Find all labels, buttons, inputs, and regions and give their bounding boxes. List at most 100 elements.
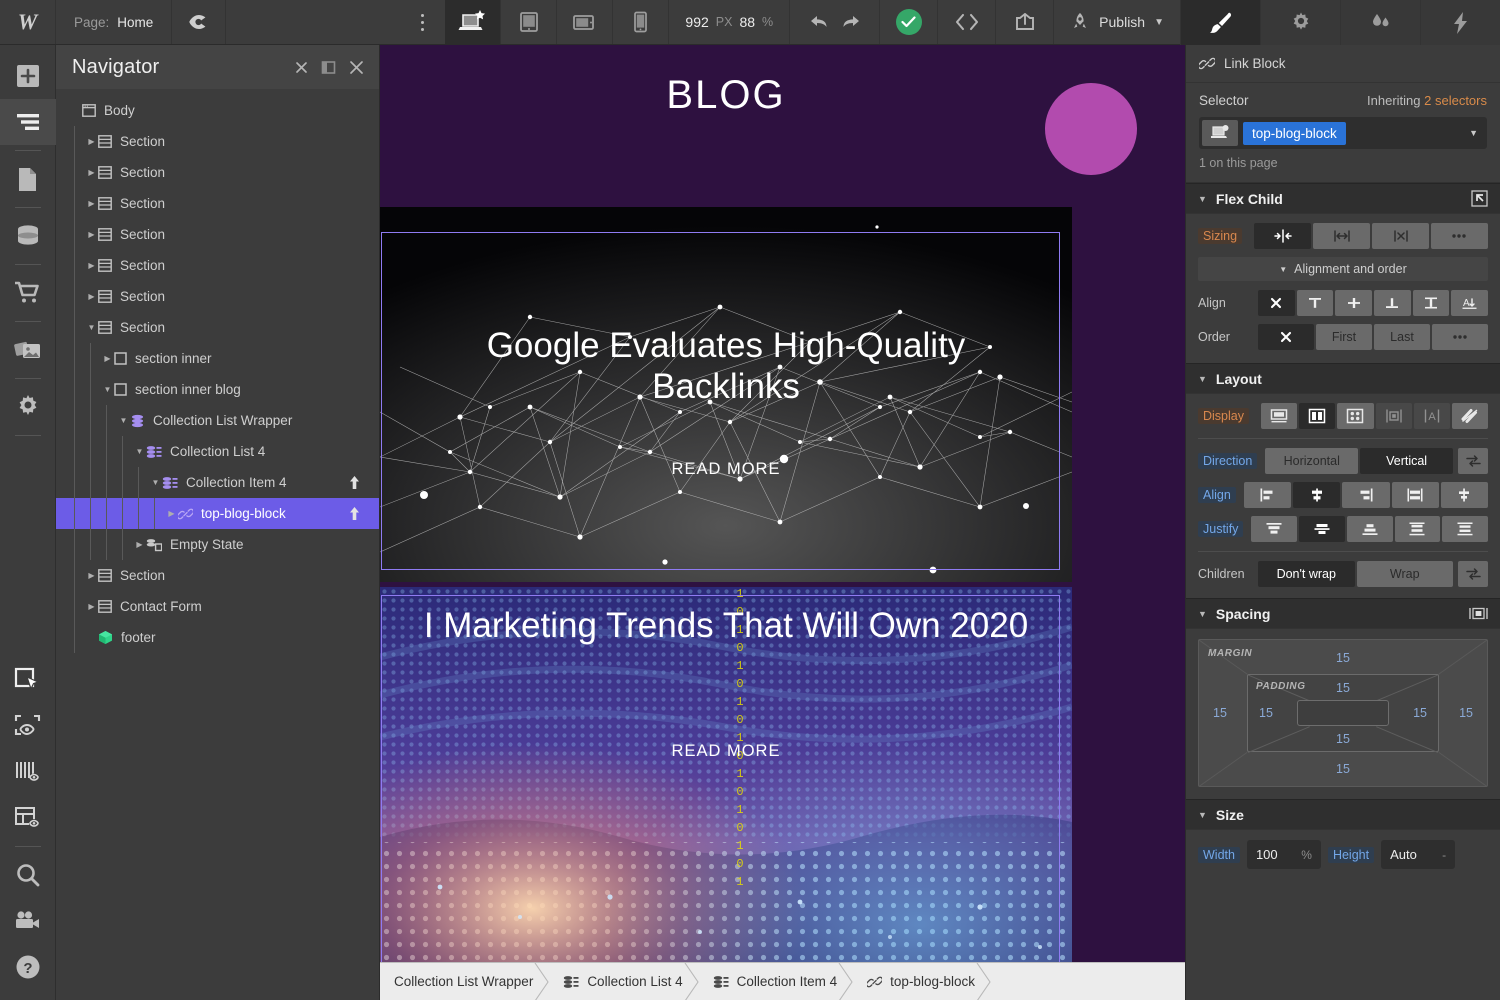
publish-button[interactable]: Publish ▼ (1054, 0, 1180, 44)
direction-label[interactable]: Direction (1198, 453, 1258, 469)
flex-child-section-header[interactable]: ▼ Flex Child (1186, 183, 1500, 214)
video-tutorials-button[interactable] (0, 898, 56, 944)
effects-panel-tab[interactable] (1420, 0, 1500, 45)
code-view-button[interactable] (938, 0, 997, 44)
order-last[interactable]: Last (1374, 324, 1430, 350)
children-wrap[interactable]: Wrap (1356, 561, 1453, 587)
children-nowrap[interactable]: Don't wrap (1258, 561, 1355, 587)
settings-button[interactable] (0, 384, 56, 430)
align-center[interactable] (1335, 290, 1373, 316)
save-status-button[interactable] (880, 0, 939, 44)
breadcrumb-item[interactable]: Collection List 4 (549, 963, 699, 1000)
margin-right-value[interactable]: 15 (1459, 706, 1473, 720)
blog-card-1-cta[interactable]: READ MORE (380, 460, 1072, 479)
margin-top-value[interactable]: 15 (1336, 651, 1350, 665)
navigator-row-body[interactable]: Body (56, 95, 379, 126)
breakpoint-desktop-button[interactable] (445, 0, 502, 44)
navigator-row-collection-list-wrapper[interactable]: ▼ Collection List Wrapper (56, 405, 379, 436)
flex-align-start[interactable] (1243, 482, 1292, 508)
navigator-row-top-blog-block[interactable]: ▶ top-blog-block (56, 498, 379, 529)
padding-top-value[interactable]: 15 (1336, 681, 1350, 695)
justify-start[interactable] (1251, 516, 1298, 542)
alignment-and-order-toggle[interactable]: ▼ Alignment and order (1198, 257, 1488, 281)
breakpoint-mobile-button[interactable] (613, 0, 670, 44)
justify-around[interactable] (1442, 516, 1489, 542)
order-more[interactable] (1432, 324, 1488, 350)
navigator-row-section[interactable]: ▶ Section (56, 560, 379, 591)
pin-icon[interactable] (348, 475, 361, 490)
align-auto[interactable] (1258, 290, 1295, 316)
selector-chip[interactable]: top-blog-block (1243, 121, 1346, 145)
order-auto[interactable] (1258, 324, 1314, 350)
redo-icon[interactable] (840, 13, 862, 31)
align-baseline[interactable]: A (1451, 290, 1489, 316)
flex-align-baseline[interactable] (1440, 482, 1488, 508)
sizing-more[interactable] (1431, 223, 1488, 249)
navigator-button[interactable] (0, 99, 56, 145)
padding-box[interactable]: PADDING 15 15 15 15 (1247, 674, 1439, 753)
navigator-row-section[interactable]: ▶ Section (56, 157, 379, 188)
margin-left-value[interactable]: 15 (1213, 706, 1227, 720)
dock-panel-icon[interactable] (321, 60, 336, 75)
show-grid-button[interactable] (0, 795, 56, 841)
breakpoint-mobile-landscape-button[interactable] (557, 0, 614, 44)
undo-icon[interactable] (808, 13, 830, 31)
navigator-row-section[interactable]: ▶ Section (56, 126, 379, 157)
search-button[interactable] (0, 852, 56, 898)
display-block[interactable] (1261, 403, 1298, 429)
margin-bottom-value[interactable]: 15 (1336, 762, 1350, 776)
navigator-row-empty-state[interactable]: ▶ Empty State (56, 529, 379, 560)
justify-label[interactable]: Justify (1198, 521, 1244, 537)
display-flex[interactable] (1299, 403, 1336, 429)
breakpoint-tablet-button[interactable] (501, 0, 558, 44)
navigator-row-footer[interactable]: footer (56, 622, 379, 653)
viewport-size-control[interactable]: 992 PX 88 % (669, 0, 791, 44)
pages-button[interactable] (0, 156, 56, 202)
navigator-row-section-inner-blog[interactable]: ▼ section inner blog (56, 374, 379, 405)
spacing-mode-icon[interactable] (1469, 606, 1488, 621)
select-tool-button[interactable] (0, 657, 56, 703)
more-options-button[interactable] (399, 0, 445, 44)
assets-button[interactable] (0, 327, 56, 373)
display-none[interactable] (1451, 403, 1489, 429)
align-start[interactable] (1296, 290, 1334, 316)
breadcrumb-item[interactable]: top-blog-block (853, 963, 991, 1000)
preview-toggle-button[interactable] (172, 0, 227, 44)
blog-card-2[interactable]: 101 010 101 010 101 01 I Marketing Trend… (380, 587, 1072, 999)
direction-vertical[interactable]: Vertical (1360, 448, 1454, 474)
share-button[interactable] (996, 0, 1055, 44)
align-stretch[interactable] (1412, 290, 1450, 316)
settings-panel-tab[interactable] (1260, 0, 1340, 45)
navigator-row-section[interactable]: ▶ Section (56, 219, 379, 250)
chevron-down-icon[interactable]: ▼ (1469, 128, 1478, 138)
flex-child-jump-icon[interactable] (1471, 190, 1488, 207)
blog-card-2-cta[interactable]: READ MORE (380, 742, 1072, 761)
display-label[interactable]: Display (1198, 408, 1249, 424)
flex-align-center[interactable] (1293, 482, 1341, 508)
flex-align-label[interactable]: Align (1198, 487, 1236, 503)
flex-align-stretch[interactable] (1391, 482, 1439, 508)
padding-bottom-value[interactable]: 15 (1336, 732, 1350, 746)
breadcrumb-item[interactable]: Collection List Wrapper (380, 963, 549, 1000)
padding-left-value[interactable]: 15 (1259, 706, 1273, 720)
pin-icon[interactable] (348, 506, 361, 521)
width-input[interactable]: 100 % (1246, 840, 1321, 869)
navigator-row-collection-list-4[interactable]: ▼ Collection List 4 (56, 436, 379, 467)
sizing-grow-if-possible[interactable] (1313, 223, 1371, 249)
close-icon[interactable] (348, 59, 365, 76)
show-guides-button[interactable] (0, 749, 56, 795)
undo-redo-group[interactable] (790, 0, 881, 44)
padding-right-value[interactable]: 15 (1413, 706, 1427, 720)
display-inline[interactable]: A (1413, 403, 1450, 429)
height-label[interactable]: Height (1327, 846, 1375, 863)
order-first[interactable]: First (1316, 324, 1372, 350)
blog-card-1[interactable]: Google Evaluates High-Quality Backlinks … (380, 207, 1072, 582)
navigator-row-section[interactable]: ▶ Section (56, 250, 379, 281)
margin-box[interactable]: MARGIN 15 15 15 15 PADDING 15 15 15 15 (1198, 639, 1488, 787)
flex-align-end[interactable] (1342, 482, 1390, 508)
width-label[interactable]: Width (1198, 846, 1240, 863)
justify-center[interactable] (1299, 516, 1345, 542)
page-selector[interactable]: Page: Home (56, 0, 173, 44)
justify-end[interactable] (1346, 516, 1393, 542)
navigator-row-section[interactable]: ▶ Section (56, 281, 379, 312)
